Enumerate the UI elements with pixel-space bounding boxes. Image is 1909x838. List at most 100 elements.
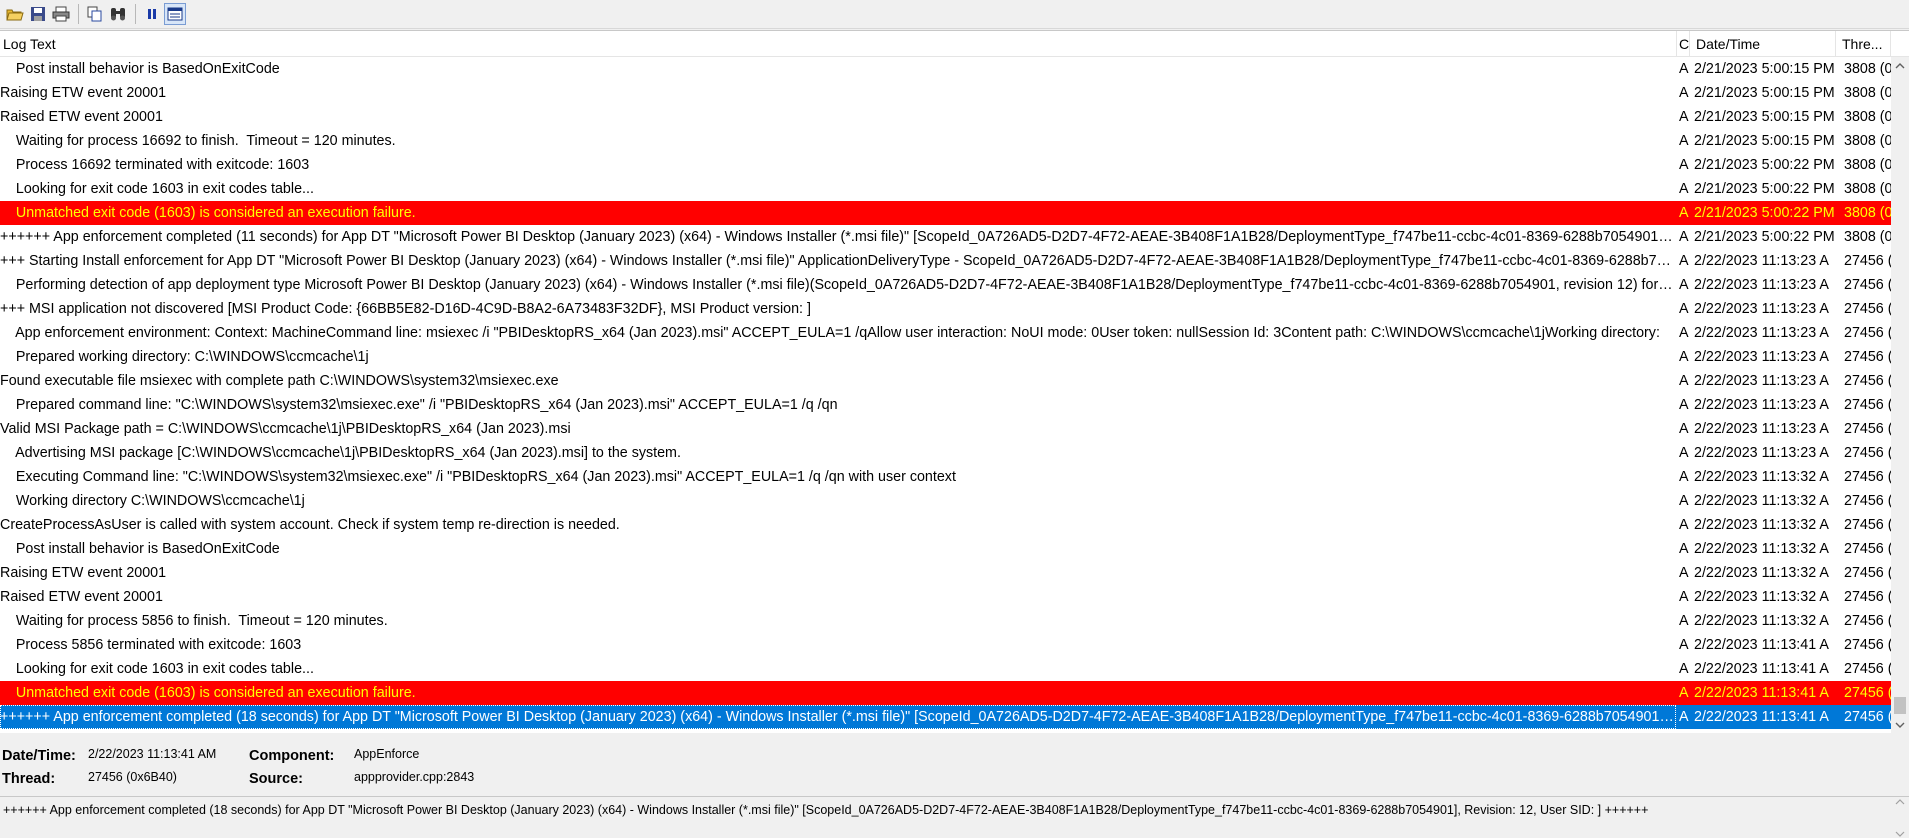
- datetime-cell: 2/22/2023 11:13:23 A: [1694, 445, 1829, 461]
- save-icon[interactable]: [27, 3, 49, 25]
- log-text-cell: Advertising MSI package [C:\WINDOWS\ccmc…: [0, 445, 681, 461]
- scroll-thumb[interactable]: [1894, 697, 1906, 714]
- component-cell: A: [1679, 277, 1689, 293]
- thread-cell: 27456 (: [1844, 301, 1891, 317]
- thread-cell: 27456 (: [1844, 421, 1891, 437]
- column-header-thread[interactable]: Thre...: [1836, 31, 1891, 57]
- log-text-cell: Post install behavior is BasedOnExitCode: [0, 541, 280, 557]
- thread-cell: 3808 (0: [1844, 109, 1891, 125]
- log-row[interactable]: Executing Command line: "C:\WINDOWS\syst…: [0, 465, 1891, 489]
- column-header-component[interactable]: C: [1677, 31, 1690, 57]
- component-cell: A: [1679, 613, 1689, 629]
- log-row[interactable]: Found executable file msiexec with compl…: [0, 369, 1891, 393]
- log-row[interactable]: Performing detection of app deployment t…: [0, 273, 1891, 297]
- log-row[interactable]: Raised ETW event 20001 A 2/22/2023 11:13:3…: [0, 585, 1891, 609]
- log-row[interactable]: Valid MSI Package path = C:\WINDOWS\ccmc…: [0, 417, 1891, 441]
- log-row[interactable]: Raised ETW event 20001 A 2/21/2023 5:00:15…: [0, 105, 1891, 129]
- log-text-cell: Process 16692 terminated with exitcode: …: [0, 157, 310, 173]
- log-row[interactable]: Raising ETW event 20001 A 2/21/2023 5:00:1…: [0, 81, 1891, 105]
- log-row[interactable]: Prepared working directory: C:\WINDOWS\c…: [0, 345, 1891, 369]
- thread-cell: 27456 (: [1844, 373, 1891, 389]
- log-row-error[interactable]: Unmatched exit code (1603) is considered…: [0, 681, 1891, 705]
- source-label: Source:: [249, 771, 303, 787]
- log-row[interactable]: Process 5856 terminated with exitcode: 1…: [0, 633, 1891, 657]
- datetime-cell: 2/21/2023 5:00:22 PM: [1694, 205, 1835, 221]
- log-text-cell: Valid MSI Package path = C:\WINDOWS\ccmc…: [0, 421, 571, 437]
- log-row[interactable]: Raising ETW event 20001 A 2/22/2023 11:13:…: [0, 561, 1891, 585]
- datetime-cell: 2/22/2023 11:13:41 A: [1694, 685, 1829, 701]
- log-row[interactable]: Prepared command line: "C:\WINDOWS\syste…: [0, 393, 1891, 417]
- thread-cell: 27456 (: [1844, 517, 1891, 533]
- thread-cell: 27456 (: [1844, 397, 1891, 413]
- datetime-cell: 2/22/2023 11:13:32 A: [1694, 565, 1829, 581]
- component-cell: A: [1679, 493, 1689, 509]
- log-text-cell: Performing detection of app deployment t…: [0, 277, 1676, 293]
- log-row-error[interactable]: Unmatched exit code (1603) is considered…: [0, 201, 1891, 225]
- log-row[interactable]: Waiting for process 16692 to finish. Tim…: [0, 129, 1891, 153]
- log-text-cell: App enforcement environment: Context: Ma…: [0, 325, 1660, 341]
- scroll-down-arrow-icon[interactable]: [1891, 716, 1909, 734]
- log-row[interactable]: +++ Starting Install enforcement for App…: [0, 249, 1891, 273]
- message-textbox[interactable]: ++++++ App enforcement completed (18 sec…: [0, 796, 1909, 838]
- log-text-cell: +++ Starting Install enforcement for App…: [0, 253, 1676, 269]
- log-text-cell: Unmatched exit code (1603) is considered…: [0, 685, 416, 701]
- message-text: ++++++ App enforcement completed (18 sec…: [3, 803, 1649, 817]
- component-cell: A: [1679, 589, 1689, 605]
- message-scrollbar[interactable]: [1891, 797, 1909, 838]
- log-row[interactable]: ++++++ App enforcement completed (11 sec…: [0, 225, 1891, 249]
- log-row[interactable]: Advertising MSI package [C:\WINDOWS\ccmc…: [0, 441, 1891, 465]
- thread-cell: 27456 (: [1844, 541, 1891, 557]
- datetime-cell: 2/21/2023 5:00:15 PM: [1694, 85, 1835, 101]
- component-cell: A: [1679, 445, 1689, 461]
- log-row[interactable]: Process 16692 terminated with exitcode: …: [0, 153, 1891, 177]
- thread-cell: 27456 (: [1844, 709, 1891, 725]
- log-text-cell: Prepared working directory: C:\WINDOWS\c…: [0, 349, 369, 365]
- datetime-cell: 2/22/2023 11:13:23 A: [1694, 397, 1829, 413]
- open-icon[interactable]: [4, 3, 26, 25]
- toolbar-separator: [78, 4, 79, 24]
- log-row[interactable]: Post install behavior is BasedOnExitCode…: [0, 537, 1891, 561]
- log-text-cell: +++ MSI application not discovered [MSI …: [0, 301, 811, 317]
- pause-icon[interactable]: [141, 3, 163, 25]
- component-cell: A: [1679, 709, 1689, 725]
- vertical-scrollbar[interactable]: [1891, 57, 1909, 734]
- message-scroll-down-icon[interactable]: [1895, 831, 1905, 837]
- component-cell: A: [1679, 541, 1689, 557]
- scroll-up-arrow-icon[interactable]: [1891, 57, 1909, 75]
- log-row[interactable]: App enforcement environment: Context: Ma…: [0, 321, 1891, 345]
- errorlookup-icon[interactable]: [164, 3, 186, 25]
- log-text-cell: Found executable file msiexec with compl…: [0, 373, 559, 389]
- copy-icon[interactable]: [84, 3, 106, 25]
- log-text-cell: Executing Command line: "C:\WINDOWS\syst…: [0, 469, 956, 485]
- log-grid[interactable]: Log Text C Date/Time Thre... Post instal…: [0, 30, 1909, 734]
- thread-cell: 27456 (: [1844, 469, 1891, 485]
- log-text-cell: Unmatched exit code (1603) is considered…: [0, 205, 416, 221]
- log-row[interactable]: CreateProcessAsUser is called with syste…: [0, 513, 1891, 537]
- log-row[interactable]: Looking for exit code 1603 in exit codes…: [0, 177, 1891, 201]
- log-text-cell: Looking for exit code 1603 in exit codes…: [0, 661, 314, 677]
- source-value: appprovider.cpp:2843: [354, 770, 475, 784]
- log-row[interactable]: Waiting for process 5856 to finish. Time…: [0, 609, 1891, 633]
- toolbar-separator: [135, 4, 136, 24]
- column-header-datetime[interactable]: Date/Time: [1690, 31, 1836, 57]
- log-row[interactable]: Working directory C:\WINDOWS\ccmcache\1j…: [0, 489, 1891, 513]
- log-text-cell: Waiting for process 16692 to finish. Tim…: [0, 133, 396, 149]
- thread-value: 27456 (0x6B40): [88, 770, 177, 784]
- datetime-cell: 2/22/2023 11:13:23 A: [1694, 421, 1829, 437]
- log-row[interactable]: Post install behavior is BasedOnExitCode…: [0, 57, 1891, 81]
- component-label: Component:: [249, 748, 335, 764]
- log-row[interactable]: Looking for exit code 1603 in exit codes…: [0, 657, 1891, 681]
- column-header-log-text[interactable]: Log Text: [0, 31, 1677, 57]
- thread-cell: 27456 (: [1844, 493, 1891, 509]
- component-cell: A: [1679, 85, 1689, 101]
- print-icon[interactable]: [50, 3, 72, 25]
- message-scroll-up-icon[interactable]: [1895, 799, 1905, 805]
- thread-cell: 3808 (0: [1844, 205, 1891, 221]
- log-row[interactable]: +++ MSI application not discovered [MSI …: [0, 297, 1891, 321]
- component-cell: A: [1679, 229, 1689, 245]
- component-cell: A: [1679, 157, 1689, 173]
- log-text-cell: Waiting for process 5856 to finish. Time…: [0, 613, 388, 629]
- find-icon[interactable]: [107, 3, 129, 25]
- log-row-selected[interactable]: ++++++ App enforcement completed (18 sec…: [0, 705, 1891, 729]
- datetime-cell: 2/22/2023 11:13:41 A: [1694, 661, 1829, 677]
